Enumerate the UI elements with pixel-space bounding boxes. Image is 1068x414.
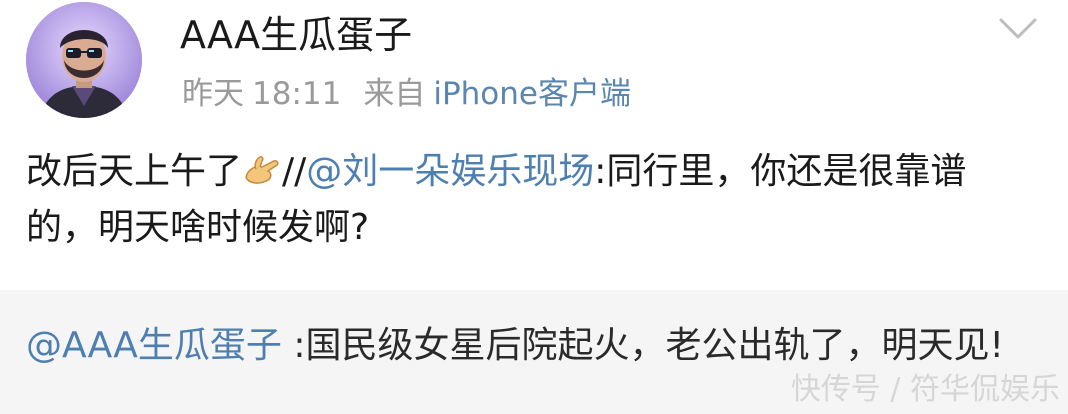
source-device-link[interactable]: iPhone客户端 <box>433 76 631 112</box>
chevron-down-icon[interactable] <box>998 16 1038 42</box>
repost-body: :国民级女星后院起火，老公出轨了，明天见! <box>281 325 1004 366</box>
avatar-image <box>26 2 142 118</box>
repost-text: @AAA生瓜蛋子 :国民级女星后院起火，老公出轨了，明天见! <box>26 318 1026 374</box>
repost-author-mention[interactable]: @AAA生瓜蛋子 <box>26 325 282 366</box>
post-meta: 昨天 18:11 来自 iPhone客户端 <box>182 74 631 114</box>
content-text-before: 改后天上午了 <box>26 151 243 192</box>
author-name[interactable]: AAA生瓜蛋子 <box>180 12 412 58</box>
watermark: 快传号 / 符华侃娱乐 <box>790 372 1060 407</box>
content-separator: // <box>282 151 307 192</box>
post-date: 昨天 <box>182 76 244 112</box>
mention-link[interactable]: @刘一朵娱乐现场 <box>306 151 594 192</box>
weibo-post: AAA生瓜蛋子 昨天 18:11 来自 iPhone客户端 改后天上午了 //@刘一朵… <box>0 0 1068 414</box>
source-prefix: 来自 <box>363 76 426 112</box>
hand-emoji-icon <box>242 148 282 184</box>
post-content: 改后天上午了 //@刘一朵娱乐现场:同行里，你还是很靠谱的，明天啥时候发啊? <box>26 144 1036 256</box>
post-time: 18:11 <box>252 76 342 112</box>
avatar[interactable] <box>26 2 142 118</box>
